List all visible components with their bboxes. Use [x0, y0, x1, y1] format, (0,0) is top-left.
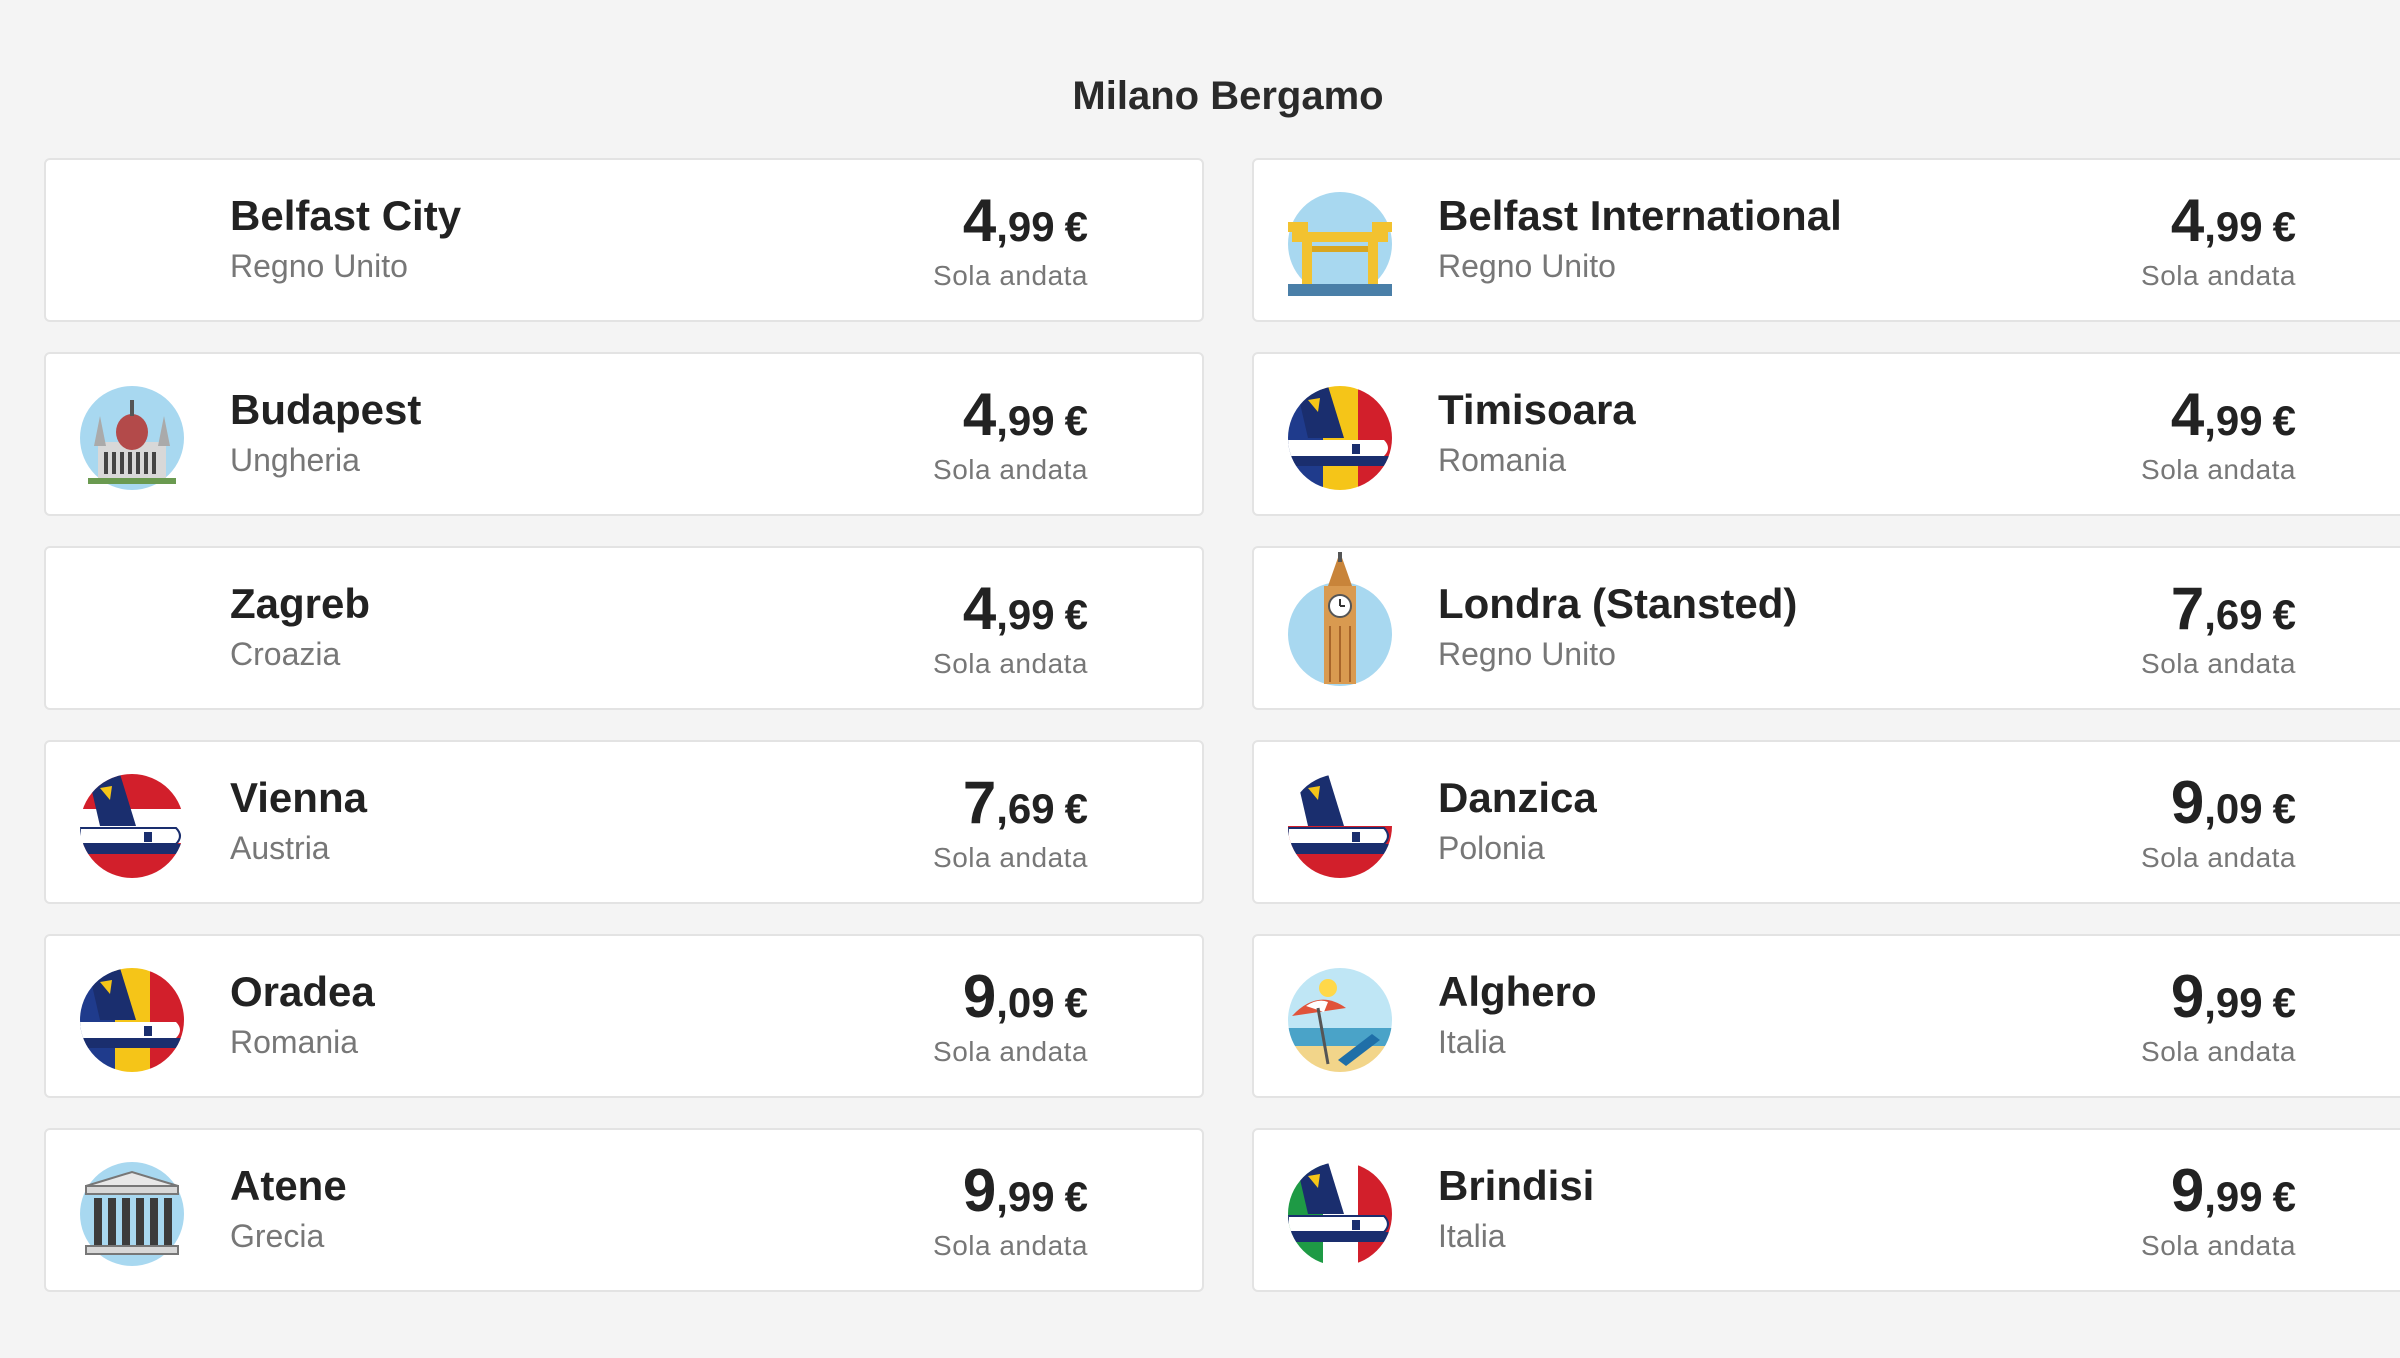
fare-card-oradea[interactable]: Oradea Romania 9,09 € Sola andata [44, 934, 1204, 1098]
fare-city: Oradea [230, 968, 375, 1015]
fare-city: Budapest [230, 386, 422, 433]
fares-grid: Belfast City Regno Unito 4,99 € Sola anda… [44, 158, 2400, 1358]
fare-price: 4,99 € [962, 575, 1088, 642]
greek-temple-icon [80, 1162, 184, 1266]
fare-price: 9,09 € [2170, 769, 2296, 836]
fare-city: Belfast International [1438, 192, 1842, 239]
fare-price: 7,69 € [2170, 575, 2296, 642]
ryanair-plane-poland-icon [1288, 774, 1392, 878]
fare-city: Alghero [1438, 968, 1597, 1015]
fare-city: Timisoara [1438, 386, 1636, 433]
ryanair-plane-romania-icon [80, 968, 184, 1072]
section-title: Milano Bergamo [1072, 74, 1384, 118]
fare-card-atene[interactable]: Atene Grecia 9,99 € Sola andata [44, 1128, 1204, 1292]
fare-card-londra-stansted[interactable]: Londra (Stansted) Regno Unito 7,69 € Sola… [1252, 546, 2400, 710]
budapest-parliament-icon [80, 386, 184, 490]
fare-city: Vienna [230, 774, 367, 821]
fare-country: Romania [1438, 442, 1567, 478]
fare-type: Sola andata [2141, 648, 2296, 679]
ryanair-plane-romania-icon [1288, 386, 1392, 490]
fare-card-budapest[interactable]: Budapest Ungheria 4,99 € Sola andata [44, 352, 1204, 516]
fare-country: Italia [1438, 1024, 1506, 1060]
fare-city: Atene [230, 1162, 347, 1209]
fare-card-timisoara[interactable]: Timisoara Romania 4,99 € Sola andata [1252, 352, 2400, 516]
fare-price: 4,99 € [2170, 187, 2296, 254]
fare-price: 7,69 € [962, 769, 1088, 836]
fare-price: 9,99 € [2170, 963, 2296, 1030]
fare-price: 9,99 € [2170, 1157, 2296, 1224]
fare-card-vienna[interactable]: Vienna Austria 7,69 € Sola andata [44, 740, 1204, 904]
fare-type: Sola andata [2141, 454, 2296, 485]
fare-country: Grecia [230, 1218, 325, 1254]
fare-type: Sola andata [933, 454, 1088, 485]
fare-city: Brindisi [1438, 1162, 1595, 1209]
fare-country: Croazia [230, 636, 341, 672]
fare-card-alghero[interactable]: Alghero Italia 9,99 € Sola andata [1252, 934, 2400, 1098]
fare-country: Regno Unito [230, 248, 408, 284]
fare-price: 4,99 € [962, 187, 1088, 254]
fare-type: Sola andata [933, 648, 1088, 679]
fare-country: Regno Unito [1438, 636, 1616, 672]
fare-card-belfast-international[interactable]: Belfast International Regno Unito 4,99 € … [1252, 158, 2400, 322]
fare-type: Sola andata [933, 260, 1088, 291]
fare-price: 4,99 € [962, 381, 1088, 448]
fare-country: Romania [230, 1024, 359, 1060]
fare-price: 9,99 € [962, 1157, 1088, 1224]
big-ben-icon [1288, 552, 1392, 686]
fare-city: Zagreb [230, 580, 371, 627]
fare-card-belfast-city[interactable]: Belfast City Regno Unito 4,99 € Sola anda… [44, 158, 1204, 322]
fare-price: 9,09 € [962, 963, 1088, 1030]
fare-city: Belfast City [230, 192, 462, 239]
fare-type: Sola andata [2141, 1036, 2296, 1067]
ryanair-plane-austria-icon [80, 774, 184, 878]
fare-city: Londra (Stansted) [1438, 580, 1798, 627]
belfast-cranes-icon [1288, 192, 1392, 296]
fare-type: Sola andata [933, 1230, 1088, 1261]
fare-country: Austria [230, 830, 330, 866]
fare-country: Italia [1438, 1218, 1506, 1254]
fare-country: Polonia [1438, 830, 1545, 866]
fare-type: Sola andata [2141, 1230, 2296, 1261]
fare-country: Ungheria [230, 442, 360, 478]
fare-type: Sola andata [933, 1036, 1088, 1067]
fare-price: 4,99 € [2170, 381, 2296, 448]
fare-card-danzica[interactable]: Danzica Polonia 9,09 € Sola andata [1252, 740, 2400, 904]
fare-card-zagreb[interactable]: Zagreb Croazia 4,99 € Sola andata [44, 546, 1204, 710]
fare-card-brindisi[interactable]: Brindisi Italia 9,99 € Sola andata [1252, 1128, 2400, 1292]
fare-type: Sola andata [2141, 842, 2296, 873]
fare-city: Danzica [1438, 774, 1597, 821]
fare-country: Regno Unito [1438, 248, 1616, 284]
ryanair-plane-italy-icon [1288, 1162, 1392, 1266]
fare-type: Sola andata [2141, 260, 2296, 291]
beach-umbrella-icon [1288, 968, 1392, 1072]
fare-type: Sola andata [933, 842, 1088, 873]
